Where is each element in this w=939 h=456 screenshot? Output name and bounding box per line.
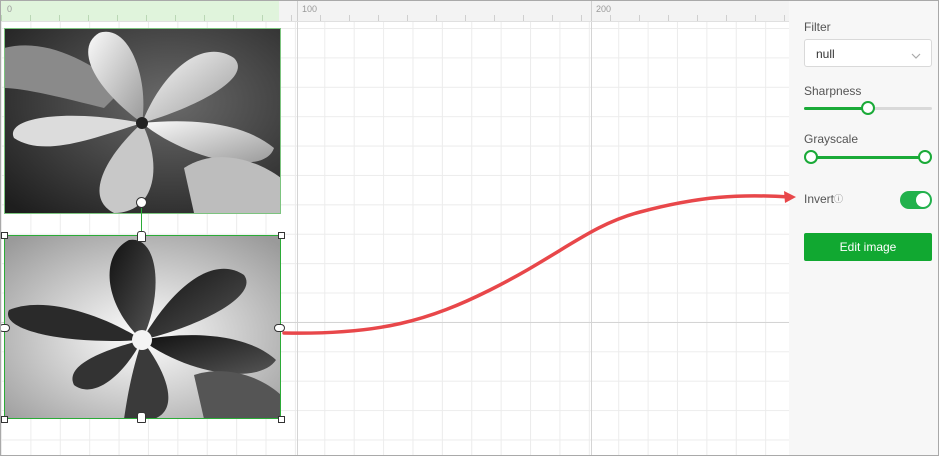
grayscale-range-slider[interactable] xyxy=(804,150,932,164)
chevron-down-icon xyxy=(911,49,921,63)
grayscale-min-thumb[interactable] xyxy=(804,150,818,164)
filter-select[interactable]: null xyxy=(804,39,932,67)
ruler-label-200: 200 xyxy=(596,4,612,14)
ruler-label-100: 100 xyxy=(302,4,318,14)
resize-handle-right[interactable] xyxy=(274,324,285,332)
inverted-flower-photo xyxy=(4,235,281,419)
invert-label-text: Invert xyxy=(804,192,835,206)
horizontal-ruler: 0 100 200 xyxy=(1,1,789,22)
sharpness-slider-fill xyxy=(804,107,868,110)
filter-value: null xyxy=(816,47,835,61)
grayscale-label: Grayscale xyxy=(804,132,859,146)
filter-label: Filter xyxy=(804,20,831,34)
grid-major-line xyxy=(591,22,592,455)
grid-major-line xyxy=(297,22,298,455)
invert-label: Invertⓘ xyxy=(804,192,843,206)
resize-handle-bottom-left[interactable] xyxy=(1,416,8,423)
ruler-major-tick xyxy=(591,1,592,21)
resize-handle-top-left[interactable] xyxy=(1,232,8,239)
resize-handle-bottom[interactable] xyxy=(137,412,146,423)
resize-handle-bottom-right[interactable] xyxy=(278,416,285,423)
resize-handle-top[interactable] xyxy=(137,231,146,242)
sharpness-slider-thumb[interactable] xyxy=(861,101,875,115)
ruler-selection-highlight xyxy=(1,1,279,21)
toggle-knob xyxy=(916,193,930,207)
sharpness-slider[interactable] xyxy=(804,101,932,115)
ruler-major-tick xyxy=(297,1,298,21)
invert-toggle[interactable] xyxy=(900,191,932,209)
ruler-label-0: 0 xyxy=(7,4,13,14)
resize-handle-top-right[interactable] xyxy=(278,232,285,239)
grayscale-slider-fill xyxy=(811,156,925,159)
inverted-flower-image[interactable] xyxy=(4,235,281,419)
image-outline xyxy=(4,28,281,214)
grayscale-max-thumb[interactable] xyxy=(918,150,932,164)
properties-panel xyxy=(789,1,938,455)
edit-image-button[interactable]: Edit image xyxy=(804,233,932,261)
resize-handle-left[interactable] xyxy=(1,324,10,332)
sharpness-label: Sharpness xyxy=(804,84,862,98)
image-editor-window: 0 100 200 Filter null Sharpness Grayscal… xyxy=(0,0,939,456)
info-icon[interactable]: ⓘ xyxy=(834,194,843,204)
rotate-handle[interactable] xyxy=(136,197,147,208)
